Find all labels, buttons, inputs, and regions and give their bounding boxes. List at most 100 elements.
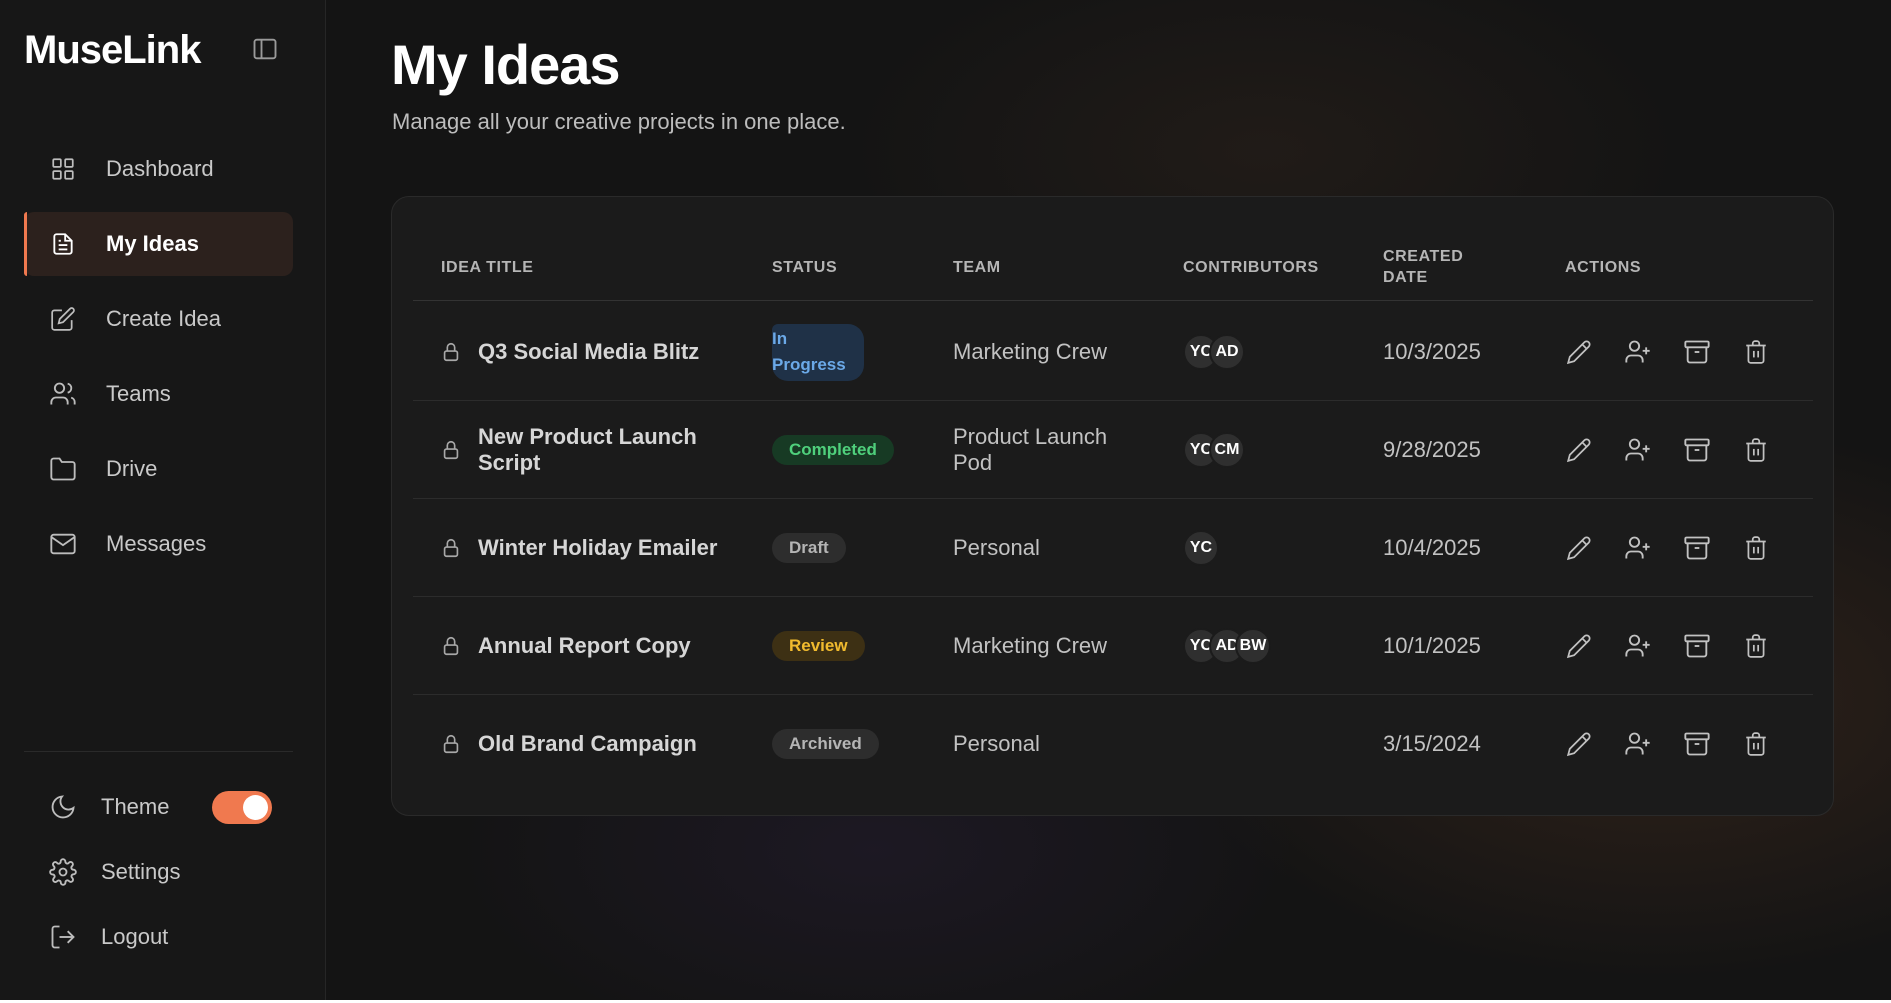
avatar: BW (1235, 628, 1271, 664)
add-contributor-button[interactable] (1622, 336, 1654, 368)
logout-icon (48, 922, 78, 952)
theme-toggle[interactable] (212, 791, 272, 824)
brand-logo: MuseLink (24, 28, 201, 72)
user-plus-icon (1624, 730, 1652, 758)
delete-button[interactable] (1740, 532, 1772, 564)
add-contributor-button[interactable] (1622, 434, 1654, 466)
app: MuseLink Dashboard My Ideas Create Idea … (0, 0, 1891, 1000)
column-header-contributors[interactable]: Contributors (1183, 257, 1319, 278)
toggle-knob (243, 795, 268, 820)
idea-title[interactable]: Q3 Social Media Blitz (478, 303, 718, 401)
sidebar-toggle-button[interactable] (251, 35, 279, 63)
avatar: CM (1209, 432, 1245, 468)
created-date: 10/3/2025 (1383, 339, 1481, 364)
sidebar-item-messages[interactable]: Messages (24, 512, 293, 576)
gear-icon (48, 857, 78, 887)
sidebar-item-label: Messages (106, 531, 207, 556)
column-header-created-date[interactable]: Created Date (1383, 246, 1493, 288)
status-badge: In Progress (772, 323, 864, 381)
status-badge: Archived (772, 729, 879, 759)
archive-button[interactable] (1681, 532, 1713, 564)
contributors: YC AD (1183, 303, 1245, 401)
archive-icon (1683, 730, 1711, 758)
pencil-square-icon (48, 304, 78, 334)
lock-icon (439, 401, 463, 499)
created-date: 9/28/2025 (1383, 437, 1481, 462)
sidebar-item-label: My Ideas (106, 231, 199, 256)
pencil-icon (1566, 633, 1592, 659)
add-contributor-button[interactable] (1622, 630, 1654, 662)
avatar: AD (1209, 334, 1245, 370)
column-header-team[interactable]: Team (953, 257, 1001, 278)
pencil-icon (1566, 731, 1592, 757)
trash-icon (1743, 535, 1769, 561)
archive-button[interactable] (1681, 336, 1713, 368)
contributors: YC CM (1183, 401, 1245, 499)
archive-icon (1683, 338, 1711, 366)
archive-button[interactable] (1681, 630, 1713, 662)
table-row[interactable]: Annual Report Copy Review Marketing Crew… (413, 597, 1813, 695)
created-date: 10/4/2025 (1383, 535, 1481, 560)
edit-button[interactable] (1563, 532, 1595, 564)
archive-button[interactable] (1681, 728, 1713, 760)
row-actions (1563, 303, 1799, 401)
edit-button[interactable] (1563, 630, 1595, 662)
sidebar-divider (24, 751, 293, 752)
users-icon (48, 379, 78, 409)
theme-row: Theme (48, 792, 169, 822)
team-name: Product Launch Pod (953, 424, 1108, 475)
table-row[interactable]: New Product Launch Script Completed Prod… (413, 401, 1813, 499)
table-header: Idea Title Status Team Contributors Crea… (413, 235, 1813, 301)
lock-icon (439, 597, 463, 695)
status-cell: Review (772, 597, 865, 695)
table-row[interactable]: Old Brand Campaign Archived Personal 3/1… (413, 695, 1813, 793)
sidebar-item-my-ideas[interactable]: My Ideas (24, 212, 293, 276)
sidebar-item-dashboard[interactable]: Dashboard (24, 137, 293, 201)
user-plus-icon (1624, 534, 1652, 562)
idea-title[interactable]: New Product Launch Script (478, 401, 718, 499)
delete-button[interactable] (1740, 434, 1772, 466)
column-header-title[interactable]: Idea Title (441, 257, 534, 278)
logout-label: Logout (101, 924, 169, 949)
page-subtitle: Manage all your creative projects in one… (392, 109, 846, 134)
add-contributor-button[interactable] (1622, 728, 1654, 760)
archive-icon (1683, 632, 1711, 660)
row-actions (1563, 401, 1799, 499)
idea-title[interactable]: Winter Holiday Emailer (478, 499, 718, 597)
idea-title[interactable]: Old Brand Campaign (478, 695, 718, 793)
edit-button[interactable] (1563, 336, 1595, 368)
trash-icon (1743, 633, 1769, 659)
settings-label: Settings (101, 859, 181, 884)
settings-button[interactable]: Settings (48, 857, 181, 887)
folder-icon (48, 454, 78, 484)
idea-title[interactable]: Annual Report Copy (478, 597, 718, 695)
row-actions (1563, 597, 1799, 695)
table-row[interactable]: Q3 Social Media Blitz In Progress Market… (413, 303, 1813, 401)
trash-icon (1743, 437, 1769, 463)
team-name: Personal (953, 731, 1040, 756)
sidebar-item-label: Drive (106, 456, 158, 481)
sidebar-item-create-idea[interactable]: Create Idea (24, 287, 293, 351)
pencil-icon (1566, 339, 1592, 365)
sidebar-item-drive[interactable]: Drive (24, 437, 293, 501)
logout-button[interactable]: Logout (48, 922, 168, 952)
column-header-status[interactable]: Status (772, 257, 837, 278)
status-cell: Draft (772, 499, 846, 597)
sidebar-item-label: Create Idea (106, 306, 221, 331)
trash-icon (1743, 339, 1769, 365)
edit-button[interactable] (1563, 728, 1595, 760)
edit-button[interactable] (1563, 434, 1595, 466)
sidebar-item-label: Dashboard (106, 156, 214, 181)
delete-button[interactable] (1740, 336, 1772, 368)
sidebar-item-teams[interactable]: Teams (24, 362, 293, 426)
table-row[interactable]: Winter Holiday Emailer Draft Personal YC… (413, 499, 1813, 597)
archive-icon (1683, 534, 1711, 562)
add-contributor-button[interactable] (1622, 532, 1654, 564)
column-header-actions: Actions (1565, 259, 1642, 276)
status-badge: Review (772, 631, 865, 661)
avatar: YC (1183, 530, 1219, 566)
archive-button[interactable] (1681, 434, 1713, 466)
delete-button[interactable] (1740, 728, 1772, 760)
sidebar: MuseLink Dashboard My Ideas Create Idea … (0, 0, 326, 1000)
delete-button[interactable] (1740, 630, 1772, 662)
